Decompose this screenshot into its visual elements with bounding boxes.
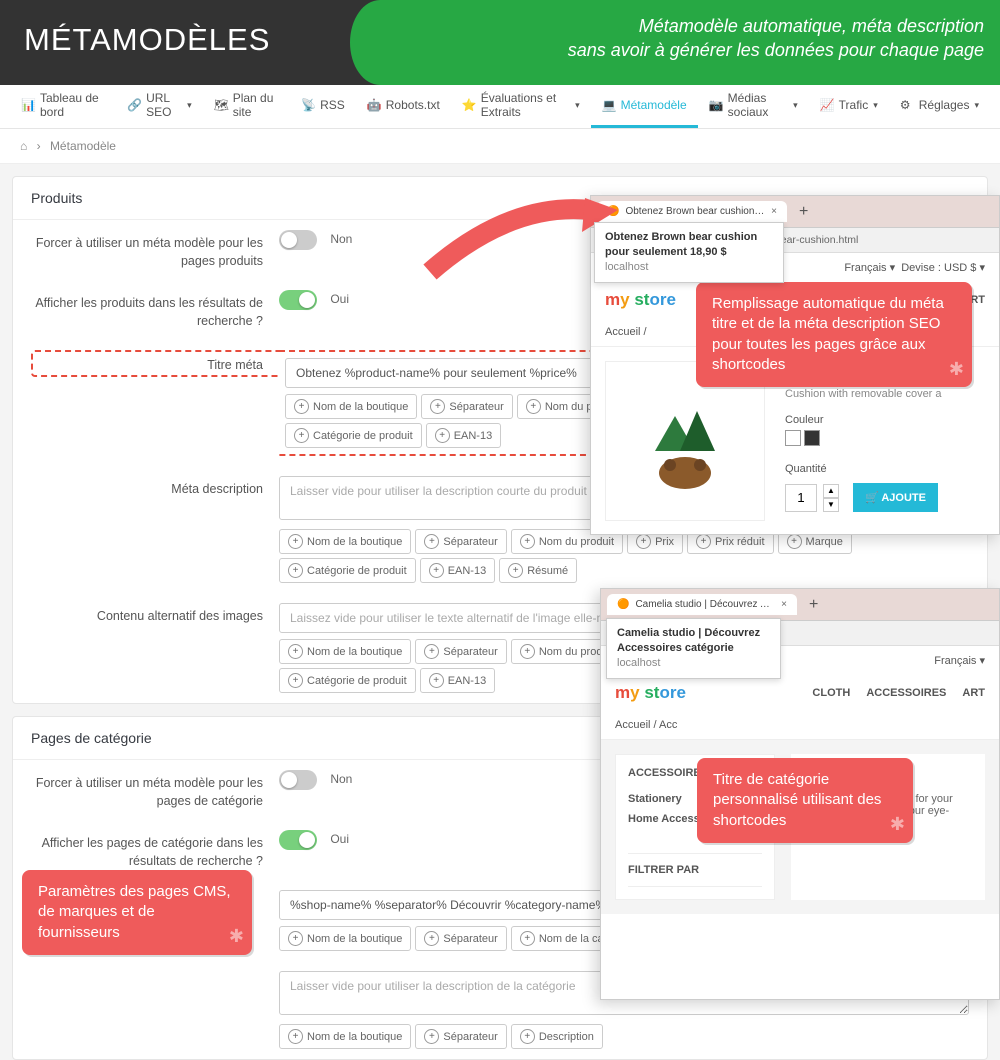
shortcode-tag[interactable]: EAN-13 [420,558,496,583]
nav-r-glages[interactable]: ⚙Réglages ▾ [889,85,990,128]
nav-trafic[interactable]: 📈Trafic ▾ [809,85,889,128]
nav-robots-txt[interactable]: 🤖Robots.txt [356,85,451,128]
meta-desc-label: Méta description [31,476,279,499]
force-meta-toggle[interactable] [279,230,317,250]
breadcrumb: ⌂ › Métamodèle [0,129,1000,164]
cat-force-toggle[interactable] [279,770,317,790]
color-black[interactable] [804,430,820,446]
alt-content-label: Contenu alternatif des images [31,603,279,626]
show-search-label: Afficher les produits dans les résultats… [31,290,279,330]
store-logo[interactable]: my store [615,683,686,703]
seo-tooltip-2: Camelia studio | Découvrez Accessoires c… [606,618,781,679]
new-tab-button[interactable]: + [793,203,814,221]
force-meta-value: Non [330,232,352,246]
shortcode-tag[interactable]: Nom de la boutique [279,639,411,664]
nav-rss[interactable]: 📡RSS [290,85,356,128]
lang-selector[interactable]: Français ▾ [844,262,895,274]
nav-plan-du-site[interactable]: 🗺Plan du site [203,85,290,128]
currency-selector[interactable]: Devise : USD $ ▾ [901,262,985,274]
shortcode-tag[interactable]: Nom de la boutique [279,926,411,951]
browser-tab[interactable]: 🟠 Obtenez Brown bear cushion po… × [597,201,787,222]
module-nav: 📊Tableau de bord🔗URL SEO ▾🗺Plan du site📡… [0,85,1000,129]
arrow-icon [420,192,620,282]
show-search-value: Oui [330,292,349,306]
callout-category: Titre de catégorie personnalisé utilisan… [697,758,913,843]
show-search-toggle[interactable] [279,290,317,310]
meta-title-label: Titre méta [31,350,279,377]
meta-desc-tags: Nom de la boutiqueSéparateurNom du produ… [279,529,969,583]
seo-tooltip-1: Obtenez Brown bear cushion pour seulemen… [594,222,784,283]
nav-tableau-de-bord[interactable]: 📊Tableau de bord [10,85,116,128]
shortcode-tag[interactable]: Catégorie de produit [279,668,416,693]
nav-url-seo[interactable]: 🔗URL SEO ▾ [116,85,203,128]
shortcode-tag[interactable]: Résumé [499,558,577,583]
shortcode-tag[interactable]: Séparateur [415,1024,506,1049]
shortcode-tag[interactable]: Séparateur [415,529,506,554]
store-logo[interactable]: my store [605,290,676,310]
qty-down[interactable]: ▼ [823,498,839,512]
close-icon[interactable]: × [781,599,787,610]
shortcode-tag[interactable]: Catégorie de produit [279,558,416,583]
cat-show-label: Afficher les pages de catégorie dans les… [31,830,279,870]
callout-cms: Paramètres des pages CMS, de marques et … [22,870,252,955]
banner-subtitle: Métamodèle automatique, méta description… [568,14,984,63]
qty-input[interactable] [785,484,817,512]
shortcode-tag[interactable]: Nom de la boutique [279,1024,411,1049]
shortcode-tag[interactable]: Nom de la boutique [279,529,411,554]
nav-m-dias-sociaux[interactable]: 📷Médias sociaux ▾ [698,85,809,128]
qty-up[interactable]: ▲ [823,484,839,498]
shortcode-tag[interactable]: Séparateur [415,639,506,664]
shortcode-tag[interactable]: Séparateur [421,394,512,419]
browser-tab-2[interactable]: 🟠 Camelia studio | Découvrez Acce × [607,594,797,615]
lang-selector-2[interactable]: Français ▾ [934,654,985,667]
new-tab-button[interactable]: + [803,596,824,614]
shortcode-tag[interactable]: Nom de la boutique [285,394,417,419]
breadcrumb-home[interactable]: ⌂ [20,139,27,153]
shortcode-tag[interactable]: Séparateur [415,926,506,951]
add-to-cart-button[interactable]: 🛒 AJOUTE [853,483,938,512]
force-meta-label: Forcer à utiliser un méta modèle pour le… [31,230,279,270]
close-icon[interactable]: × [771,206,777,217]
nav-m-tamod-le[interactable]: 💻Métamodèle [591,85,698,128]
cat-force-label: Forcer à utiliser un méta modèle pour le… [31,770,279,810]
nav--valuations-et-extraits[interactable]: ⭐Évaluations et Extraits ▾ [451,85,591,128]
shortcode-tag[interactable]: EAN-13 [420,668,496,693]
shortcode-tag[interactable]: Catégorie de produit [285,423,422,448]
shortcode-tag[interactable]: EAN-13 [426,423,502,448]
callout-autofill: Remplissage automatique du méta titre et… [696,282,972,387]
color-white[interactable] [785,430,801,446]
banner-title: MÉTAMODÈLES [24,22,270,58]
shortcode-tag[interactable]: Description [511,1024,603,1049]
hero-banner: MÉTAMODÈLES Métamodèle automatique, méta… [0,0,1000,85]
cat-show-toggle[interactable] [279,830,317,850]
breadcrumb-current: Métamodèle [50,139,116,153]
